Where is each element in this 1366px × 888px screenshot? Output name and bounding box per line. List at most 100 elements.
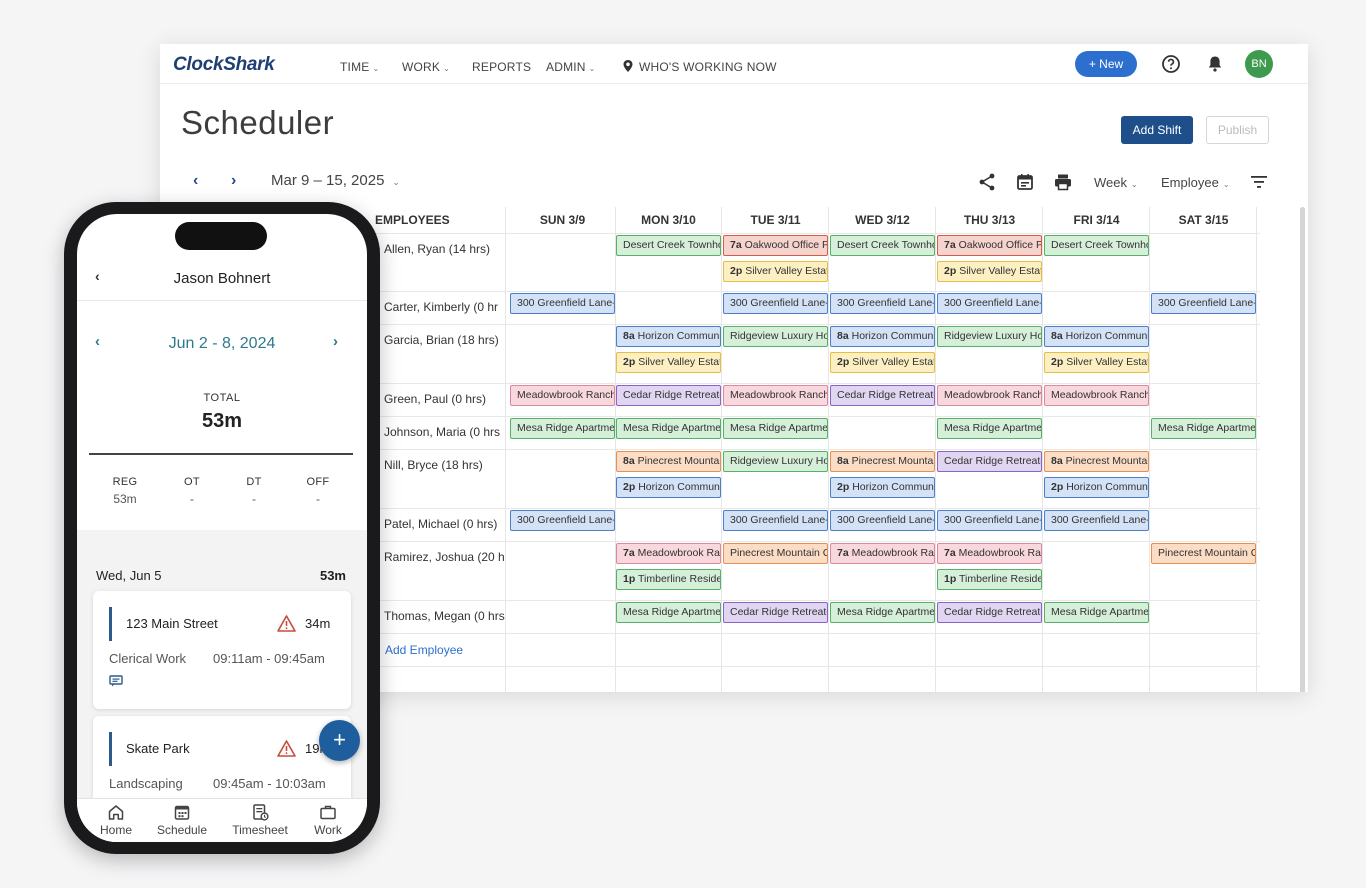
shift-job-name: Meadowbrook Ranch <box>637 547 720 559</box>
shift-block[interactable]: 1p Timberline Residences <box>616 569 721 590</box>
shift-block[interactable]: 8a Pinecrest Mountain <box>616 451 721 472</box>
prev-week-chevron-icon[interactable]: ‹ <box>193 172 198 190</box>
shift-block[interactable]: 7a Meadowbrook Ranch <box>937 543 1042 564</box>
tab-timesheet[interactable]: Timesheet <box>225 803 295 837</box>
shift-block[interactable]: Ridgeview Luxury Homes <box>723 326 828 347</box>
nav-whos-working-now[interactable]: WHO'S WORKING NOW <box>623 60 777 74</box>
view-select[interactable]: Week ⌄ <box>1094 175 1138 190</box>
calendar-icon[interactable] <box>1015 172 1035 192</box>
publish-button[interactable]: Publish <box>1206 116 1269 144</box>
shift-block[interactable]: 2p Horizon Community <box>830 477 935 498</box>
shift-block[interactable]: Cedar Ridge Retreat-2 <box>937 602 1042 623</box>
shift-block[interactable]: Mesa Ridge Apartments <box>723 418 828 439</box>
employee-row-label[interactable]: Nill, Bryce (18 hrs) <box>375 458 505 472</box>
shift-block[interactable]: Ridgeview Luxury Homes <box>937 326 1042 347</box>
shift-block[interactable]: 2p Silver Valley Estates <box>723 261 828 282</box>
shift-block[interactable]: 300 Greenfield Lane-3 <box>830 293 935 314</box>
shift-block[interactable]: Mesa Ridge Apartments <box>1151 418 1256 439</box>
shift-block[interactable]: Desert Creek Townhomes <box>1044 235 1149 256</box>
shift-block[interactable]: 300 Greenfield Lane-3 <box>1044 510 1149 531</box>
shift-block[interactable]: Desert Creek Townhomes <box>616 235 721 256</box>
clockshark-logo[interactable]: ClockShark <box>173 54 275 76</box>
shift-block[interactable]: 300 Greenfield Lane-3 <box>937 510 1042 531</box>
shift-block[interactable]: Desert Creek Townhomes <box>830 235 935 256</box>
shift-block[interactable]: 2p Horizon Community <box>616 477 721 498</box>
shift-block[interactable]: Cedar Ridge Retreat-2 <box>616 385 721 406</box>
shift-block[interactable]: 300 Greenfield Lane-3 <box>723 510 828 531</box>
shift-block[interactable]: 300 Greenfield Lane-3 <box>830 510 935 531</box>
shift-block[interactable]: Pinecrest Mountain Cabins <box>1151 543 1256 564</box>
shift-block[interactable]: 8a Horizon Community <box>1044 326 1149 347</box>
shift-block[interactable]: 300 Greenfield Lane-3 <box>1151 293 1256 314</box>
new-button[interactable]: + New <box>1075 51 1137 77</box>
help-icon[interactable] <box>1161 54 1181 74</box>
shift-block[interactable]: 300 Greenfield Lane-3 <box>510 510 615 531</box>
shift-start-time: 8a <box>623 330 635 342</box>
shift-block[interactable]: 2p Horizon Community <box>1044 477 1149 498</box>
tab-work[interactable]: Work <box>293 803 363 837</box>
shift-block[interactable]: Meadowbrook Ranch <box>510 385 615 406</box>
shift-block[interactable]: 300 Greenfield Lane-3 <box>723 293 828 314</box>
shift-block[interactable]: Cedar Ridge Retreat-2 <box>723 602 828 623</box>
shift-job-name: Silver Valley Estates <box>852 356 934 368</box>
add-entry-button[interactable]: + <box>319 720 360 761</box>
prev-week-chevron-icon[interactable]: ‹ <box>95 333 100 350</box>
nav-reports[interactable]: REPORTS <box>472 60 531 74</box>
shift-block[interactable]: Mesa Ridge Apartments <box>616 418 721 439</box>
shift-block[interactable]: Meadowbrook Ranch <box>937 385 1042 406</box>
time-entry-card[interactable]: 123 Main Street 34m Clerical Work 09:11a… <box>93 591 351 709</box>
shift-block[interactable]: 300 Greenfield Lane-3 <box>510 293 615 314</box>
employee-row-label[interactable]: Garcia, Brian (18 hrs) <box>375 333 505 347</box>
shift-block[interactable]: 7a Meadowbrook Ranch <box>830 543 935 564</box>
shift-block[interactable]: Mesa Ridge Apartments <box>616 602 721 623</box>
bell-icon[interactable] <box>1205 54 1225 74</box>
nav-time[interactable]: TIME ⌄ <box>340 60 379 74</box>
shift-block[interactable]: 2p Silver Valley Estates <box>830 352 935 373</box>
shift-block[interactable]: Cedar Ridge Retreat-2 <box>937 451 1042 472</box>
shift-block[interactable]: Mesa Ridge Apartments <box>937 418 1042 439</box>
shift-block[interactable]: Meadowbrook Ranch <box>1044 385 1149 406</box>
nav-work[interactable]: WORK ⌄ <box>402 60 450 74</box>
tab-schedule[interactable]: Schedule <box>147 803 217 837</box>
shift-block[interactable]: Mesa Ridge Apartments <box>510 418 615 439</box>
employee-row-label[interactable]: Johnson, Maria (0 hrs <box>375 425 505 439</box>
date-range-selector[interactable]: Mar 9 – 15, 2025 ⌄ <box>271 172 400 189</box>
shift-block[interactable]: Pinecrest Mountain Cabins <box>723 543 828 564</box>
share-icon[interactable] <box>977 172 997 192</box>
shift-block[interactable]: Mesa Ridge Apartments <box>1044 602 1149 623</box>
shift-block[interactable]: 1p Timberline Residences <box>937 569 1042 590</box>
vertical-scrollbar[interactable] <box>1300 207 1305 692</box>
shift-block[interactable]: Mesa Ridge Apartments <box>830 602 935 623</box>
shift-block[interactable]: 8a Horizon Community <box>616 326 721 347</box>
print-icon[interactable] <box>1053 172 1073 192</box>
shift-block[interactable]: 8a Pinecrest Mountain <box>830 451 935 472</box>
add-shift-button[interactable]: Add Shift <box>1121 116 1193 144</box>
shift-block[interactable]: Meadowbrook Ranch <box>723 385 828 406</box>
tab-home[interactable]: Home <box>81 803 151 837</box>
employee-row-label[interactable]: Carter, Kimberly (0 hr <box>375 300 505 314</box>
shift-block[interactable]: 2p Silver Valley Estates <box>616 352 721 373</box>
employee-row-label[interactable]: Ramirez, Joshua (20 h <box>375 550 505 564</box>
shift-block[interactable]: 7a Oakwood Office Park <box>937 235 1042 256</box>
employee-row-label[interactable]: Allen, Ryan (14 hrs) <box>375 242 505 256</box>
shift-block[interactable]: Cedar Ridge Retreat-2 <box>830 385 935 406</box>
next-week-chevron-icon[interactable]: › <box>231 172 236 190</box>
employee-row-label[interactable]: Green, Paul (0 hrs) <box>375 392 505 406</box>
shift-block[interactable]: 7a Meadowbrook Ranch <box>616 543 721 564</box>
filter-icon[interactable] <box>1249 172 1269 192</box>
add-employee-link[interactable]: Add Employee <box>385 643 463 657</box>
shift-block[interactable]: 300 Greenfield Lane-3 <box>937 293 1042 314</box>
nav-admin[interactable]: ADMIN ⌄ <box>546 60 596 74</box>
group-select[interactable]: Employee ⌄ <box>1161 175 1230 190</box>
shift-start-time: 2p <box>944 265 957 277</box>
shift-block[interactable]: 2p Silver Valley Estates <box>1044 352 1149 373</box>
shift-block[interactable]: 7a Oakwood Office Park <box>723 235 828 256</box>
employee-row-label[interactable]: Thomas, Megan (0 hrs <box>375 609 505 623</box>
employee-row-label[interactable]: Patel, Michael (0 hrs) <box>375 517 505 531</box>
user-avatar[interactable]: BN <box>1245 50 1273 78</box>
shift-block[interactable]: 2p Silver Valley Estates <box>937 261 1042 282</box>
shift-block[interactable]: 8a Horizon Community <box>830 326 935 347</box>
next-week-chevron-icon[interactable]: › <box>333 333 338 350</box>
shift-block[interactable]: 8a Pinecrest Mountain <box>1044 451 1149 472</box>
shift-block[interactable]: Ridgeview Luxury Homes <box>723 451 828 472</box>
